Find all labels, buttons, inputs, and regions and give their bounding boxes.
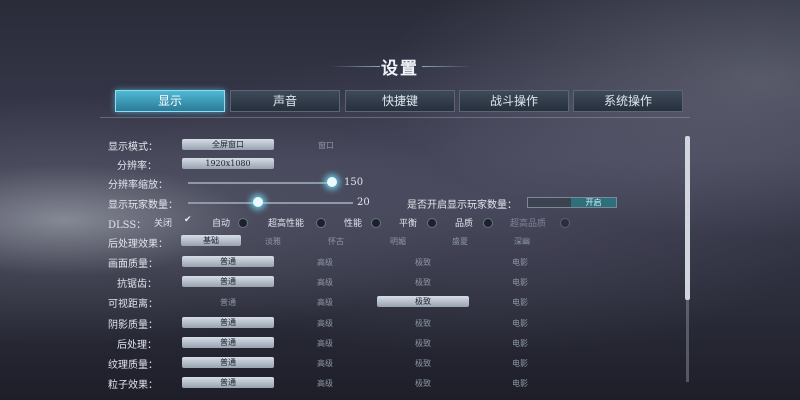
quality-option[interactable]: 极致 (377, 318, 469, 329)
dlss-ultra-performance-checkbox[interactable] (316, 218, 326, 228)
quality-option[interactable]: 普通 (182, 317, 274, 328)
resolution-dropdown[interactable]: 1920x1080 (182, 158, 274, 169)
dlss-label: DLSS： (108, 220, 147, 231)
quality-row-label: 画面质量： (108, 259, 158, 270)
quality-option[interactable]: 极致 (377, 296, 469, 307)
quality-option[interactable]: 普通 (182, 337, 274, 348)
player-count-label: 显示玩家数量： (108, 200, 178, 211)
quality-option[interactable]: 电影 (474, 297, 566, 308)
dlss-option-auto[interactable]: 自动 (212, 216, 230, 229)
quality-option[interactable]: 高级 (279, 358, 371, 369)
display-mode-label: 显示模式： (108, 142, 158, 153)
quality-option[interactable]: 高级 (279, 338, 371, 349)
quality-option[interactable]: 普通 (182, 276, 274, 287)
resolution-scale-label: 分辨率缩放： (108, 180, 168, 191)
tab-display[interactable]: 显示 (115, 90, 225, 112)
player-count-toggle-label: 是否开启显示玩家数量： (407, 200, 517, 211)
display-mode-fullscreen-window[interactable]: 全屏窗口 (182, 139, 274, 150)
quality-option[interactable]: 极致 (377, 257, 469, 268)
post-effect-deep[interactable]: 深幽 (476, 236, 568, 247)
player-count-slider[interactable] (188, 202, 353, 204)
quality-row-label: 粒子效果： (108, 380, 158, 391)
resolution-scale-knob[interactable] (327, 177, 337, 187)
resolution-label: 分辨率： (117, 161, 157, 172)
quality-option[interactable]: 极致 (377, 338, 469, 349)
dlss-option-balanced[interactable]: 平衡 (399, 216, 417, 229)
quality-option[interactable]: 电影 (474, 257, 566, 268)
tab-hotkeys[interactable]: 快捷键 (345, 90, 455, 112)
title-ornament-right (422, 66, 472, 67)
quality-option[interactable]: 电影 (474, 318, 566, 329)
dlss-option-ultra-quality[interactable]: 超高品质 (510, 216, 546, 229)
quality-row-label: 阴影质量： (108, 320, 158, 331)
dlss-option-quality[interactable]: 品质 (455, 216, 473, 229)
player-count-knob[interactable] (253, 197, 263, 207)
scrollbar-thumb[interactable] (685, 136, 690, 300)
quality-option[interactable]: 高级 (279, 277, 371, 288)
display-mode-window[interactable]: 窗口 (280, 140, 372, 151)
resolution-scale-value: 150 (344, 177, 364, 188)
quality-option[interactable]: 极致 (377, 358, 469, 369)
quality-option[interactable]: 极致 (377, 277, 469, 288)
quality-option[interactable]: 高级 (279, 257, 371, 268)
quality-option[interactable]: 电影 (474, 338, 566, 349)
post-effect-label: 后处理效果： (108, 239, 168, 250)
quality-option[interactable]: 电影 (474, 277, 566, 288)
dlss-option-performance[interactable]: 性能 (344, 216, 362, 229)
quality-option[interactable]: 电影 (474, 378, 566, 389)
quality-row-label: 可视距离： (108, 299, 158, 310)
quality-option[interactable]: 普通 (182, 256, 274, 267)
quality-row-label: 抗锯齿： (117, 279, 157, 290)
dlss-ultra-quality-checkbox[interactable] (560, 218, 570, 228)
quality-option[interactable]: 普通 (182, 377, 274, 388)
quality-option[interactable]: 极致 (377, 378, 469, 389)
check-icon: ✔ (184, 215, 192, 225)
quality-option[interactable]: 普通 (182, 297, 274, 308)
tab-combat[interactable]: 战斗操作 (459, 90, 569, 112)
quality-option[interactable]: 高级 (279, 297, 371, 308)
quality-row-label: 纹理质量： (108, 360, 158, 371)
quality-option[interactable]: 普通 (182, 357, 274, 368)
tab-sound[interactable]: 声音 (230, 90, 340, 112)
tab-system[interactable]: 系统操作 (573, 90, 683, 112)
toggle-on-label: 开启 (571, 198, 616, 207)
quality-row-label: 后处理： (117, 340, 157, 351)
dlss-balanced-checkbox[interactable] (427, 218, 437, 228)
dlss-option-off[interactable]: 关闭 (154, 216, 172, 229)
player-count-toggle[interactable]: 开启 (527, 197, 617, 208)
dlss-quality-checkbox[interactable] (483, 218, 493, 228)
resolution-scale-slider[interactable] (188, 182, 333, 184)
dlss-performance-checkbox[interactable] (371, 218, 381, 228)
tab-divider (100, 117, 690, 118)
quality-option[interactable]: 高级 (279, 318, 371, 329)
page-title: 设置 (381, 59, 419, 79)
quality-option[interactable]: 高级 (279, 378, 371, 389)
player-count-value: 20 (357, 197, 370, 208)
dlss-option-ultra-performance[interactable]: 超高性能 (268, 216, 304, 229)
quality-option[interactable]: 电影 (474, 358, 566, 369)
dlss-auto-checkbox[interactable] (238, 218, 248, 228)
